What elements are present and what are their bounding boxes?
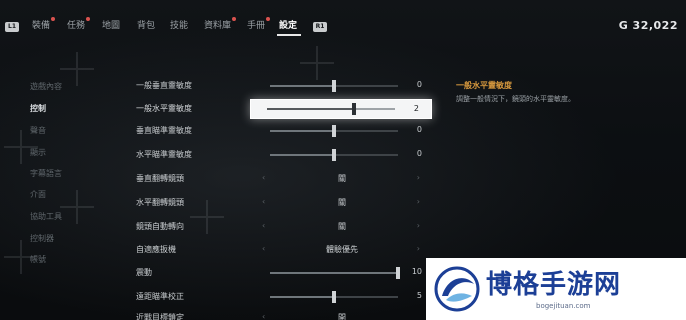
slider-fill xyxy=(270,296,334,298)
slider-track[interactable] xyxy=(267,103,395,115)
setting-row-vertical-aim-sensitivity[interactable]: 垂直瞄準靈敏度 0 xyxy=(132,121,432,141)
setting-row-vibration[interactable]: 震動 10 xyxy=(132,263,432,283)
decorative-cross xyxy=(60,52,94,86)
chevron-left-icon[interactable]: ‹ xyxy=(262,244,265,253)
chevron-right-icon[interactable]: › xyxy=(417,221,420,230)
tab-manual[interactable]: 手冊 xyxy=(247,17,271,32)
r1-key-icon: R1 xyxy=(313,22,327,32)
tab-inventory[interactable]: 背包 xyxy=(137,20,155,32)
slider-track[interactable] xyxy=(270,149,398,161)
setting-label: 遠距瞄準校正 xyxy=(136,292,184,301)
chevron-right-icon[interactable]: › xyxy=(417,244,420,253)
sidebar-item-accessibility[interactable]: 協助工具 xyxy=(30,211,62,222)
setting-choice-value: 關 xyxy=(338,174,346,183)
setting-label: 自適應扳機 xyxy=(136,245,176,254)
chevron-right-icon[interactable]: › xyxy=(417,197,420,206)
chevron-left-icon[interactable]: ‹ xyxy=(262,312,265,320)
setting-value: 2 xyxy=(413,104,419,113)
setting-row-adaptive-triggers[interactable]: 自適應扳機 ‹ 體驗優先 › xyxy=(132,240,432,260)
tab-equipment[interactable]: 裝備 xyxy=(32,17,56,32)
alert-dot-icon xyxy=(232,17,237,21)
setting-row-invert-horizontal[interactable]: 水平翻轉鏡頭 ‹ 關 › xyxy=(132,193,432,213)
watermark-logo-icon xyxy=(434,266,480,312)
chevron-left-icon[interactable]: ‹ xyxy=(262,221,265,230)
setting-label-horizontal-sensitivity: 一般水平靈敏度 xyxy=(136,104,192,113)
currency-display: G 32,022 xyxy=(618,19,678,32)
alert-dot-icon xyxy=(51,17,56,21)
slider-track[interactable] xyxy=(270,80,398,92)
slider-fill xyxy=(270,85,334,87)
setting-row-aim-assist[interactable]: 遠距瞄準校正 5 xyxy=(132,287,432,307)
watermark-url: bogejituan.com xyxy=(536,302,591,310)
description-title: 一般水平靈敏度 xyxy=(456,81,512,90)
slider-fill xyxy=(270,154,334,156)
slider-fill xyxy=(267,108,355,110)
tab-map[interactable]: 地圖 xyxy=(102,20,120,32)
sidebar-item-sound[interactable]: 聲音 xyxy=(30,125,46,136)
setting-value: 10 xyxy=(411,267,422,276)
setting-value: 0 xyxy=(416,149,422,158)
slider-handle[interactable] xyxy=(332,149,336,161)
setting-row-invert-vertical[interactable]: 垂直翻轉鏡頭 ‹ 關 › xyxy=(132,169,432,189)
setting-choice-value: 體驗優先 xyxy=(326,245,358,254)
setting-label: 一般垂直靈敏度 xyxy=(136,81,192,90)
slider-handle[interactable] xyxy=(352,103,357,115)
tab-settings[interactable]: 設定 xyxy=(279,20,297,32)
setting-row-horizontal-aim-sensitivity[interactable]: 水平瞄準靈敏度 0 xyxy=(132,145,432,165)
setting-choice-value: 關 xyxy=(338,222,346,231)
slider-fill xyxy=(270,130,334,132)
setting-label: 水平瞄準靈敏度 xyxy=(136,150,192,159)
sidebar-item-gameplay[interactable]: 遊戲內容 xyxy=(30,81,62,92)
slider-fill xyxy=(270,272,398,274)
sidebar-item-controls[interactable]: 控制 xyxy=(30,103,46,114)
setting-row-vertical-sensitivity[interactable]: 一般垂直靈敏度 0 xyxy=(132,76,432,96)
active-tab-underline xyxy=(277,34,301,36)
slider-handle[interactable] xyxy=(396,267,400,279)
sidebar-item-controller[interactable]: 控制器 xyxy=(30,233,54,244)
sidebar-item-display[interactable]: 顯示 xyxy=(30,147,46,158)
tab-database[interactable]: 資料庫 xyxy=(204,17,237,32)
description-text: 調整一般情況下，鏡頭的水平靈敏度。 xyxy=(456,95,575,103)
setting-label: 垂直瞄準靈敏度 xyxy=(136,126,192,135)
chevron-left-icon[interactable]: ‹ xyxy=(262,173,265,182)
watermark-brand: 博格手游网 xyxy=(486,270,622,300)
chevron-left-icon[interactable]: ‹ xyxy=(262,197,265,206)
chevron-right-icon[interactable]: › xyxy=(417,173,420,182)
sidebar-item-subtitle-language[interactable]: 字幕語言 xyxy=(30,168,62,179)
tab-skills[interactable]: 技能 xyxy=(170,20,188,32)
sidebar-item-account[interactable]: 帳號 xyxy=(30,254,46,265)
watermark: 博格手游网 bogejituan.com xyxy=(426,258,686,320)
setting-label: 水平翻轉鏡頭 xyxy=(136,198,184,207)
setting-label: 垂直翻轉鏡頭 xyxy=(136,174,184,183)
setting-choice-value: 開 xyxy=(338,313,346,320)
setting-value: 5 xyxy=(416,291,422,300)
setting-value: 0 xyxy=(416,125,422,134)
slider-handle[interactable] xyxy=(332,125,336,137)
setting-label: 鏡頭自動轉向 xyxy=(136,222,184,231)
slider-handle[interactable] xyxy=(332,80,336,92)
setting-row-auto-camera[interactable]: 鏡頭自動轉向 ‹ 關 › xyxy=(132,217,432,237)
sidebar-item-interface[interactable]: 介面 xyxy=(30,189,46,200)
slider-track[interactable] xyxy=(270,291,398,303)
decorative-cross xyxy=(60,190,94,224)
setting-row-horizontal-sensitivity[interactable]: 2 xyxy=(250,99,432,119)
l1-key-icon: L1 xyxy=(5,22,19,32)
slider-handle[interactable] xyxy=(332,291,336,303)
top-navigation: L1 裝備 任務 地圖 背包 技能 資料庫 手冊 設定 R1 G 32,022 xyxy=(0,0,686,42)
setting-row-melee-lock[interactable]: 近戰目標鎖定 ‹ 開 xyxy=(132,308,432,320)
tab-quests[interactable]: 任務 xyxy=(67,17,91,32)
slider-track[interactable] xyxy=(270,267,400,279)
slider-track[interactable] xyxy=(270,125,398,137)
setting-choice-value: 關 xyxy=(338,198,346,207)
decorative-cross xyxy=(300,46,334,80)
alert-dot-icon xyxy=(266,17,271,21)
setting-label: 近戰目標鎖定 xyxy=(136,313,184,320)
alert-dot-icon xyxy=(86,17,91,21)
setting-label: 震動 xyxy=(136,268,152,277)
setting-value: 0 xyxy=(416,80,422,89)
